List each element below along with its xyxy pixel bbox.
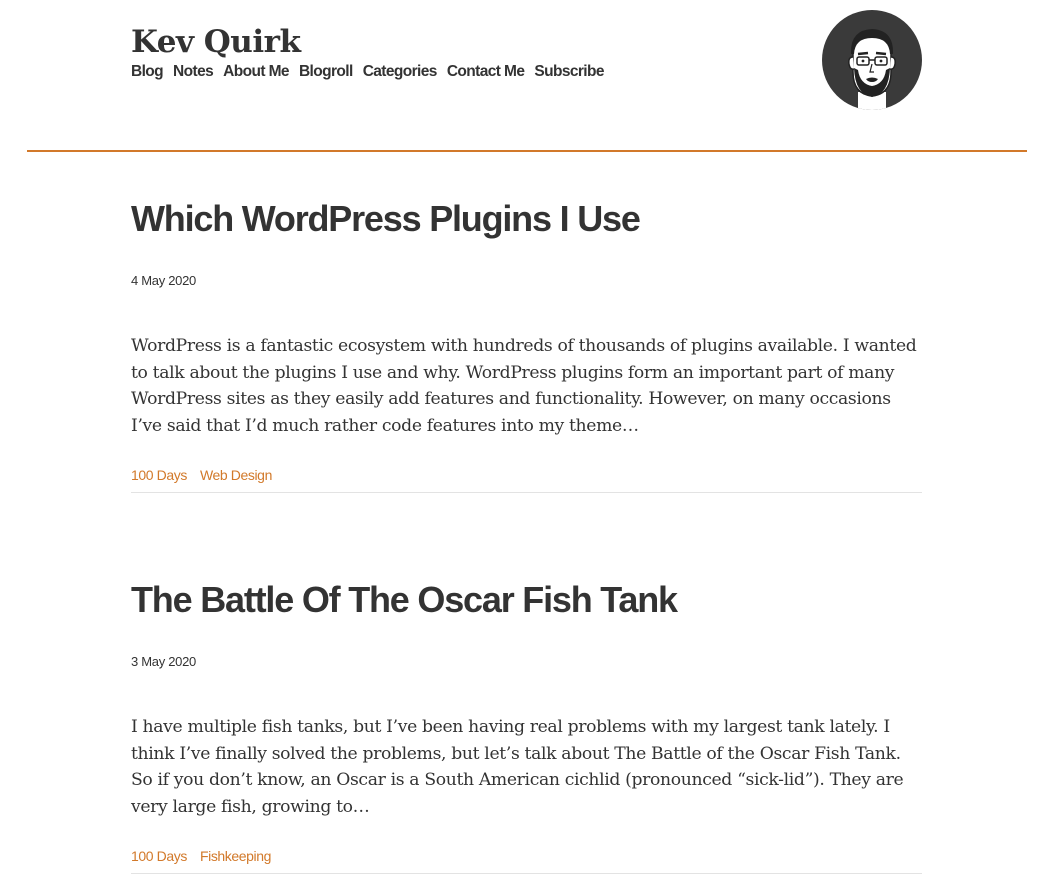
- nav-notes[interactable]: Notes: [173, 61, 214, 83]
- post-tags: 100 Days Fishkeeping: [131, 846, 284, 866]
- post-date: 4 May 2020: [131, 273, 196, 288]
- avatar-illustration-icon: [848, 29, 896, 110]
- post-date: 3 May 2020: [131, 654, 196, 669]
- tag-link-100-days[interactable]: 100 Days: [131, 846, 187, 866]
- tag-link-web-design[interactable]: Web Design: [200, 465, 272, 485]
- post-entry: The Battle Of The Oscar Fish Tank 3 May …: [131, 578, 922, 874]
- main-nav: Blog Notes About Me Blogroll Categories …: [131, 61, 614, 83]
- nav-contact-me[interactable]: Contact Me: [447, 61, 525, 83]
- post-excerpt: I have multiple fish tanks, but I’ve bee…: [131, 717, 904, 817]
- nav-blog[interactable]: Blog: [131, 61, 164, 83]
- site-header: Kev Quirk Blog Notes About Me Blogroll C…: [0, 0, 1053, 151]
- nav-categories[interactable]: Categories: [363, 61, 438, 83]
- post-divider: [131, 492, 922, 493]
- tag-link-100-days[interactable]: 100 Days: [131, 465, 187, 485]
- avatar[interactable]: [822, 10, 922, 110]
- header-divider: [27, 150, 1027, 152]
- nav-about-me[interactable]: About Me: [223, 61, 289, 83]
- site-title[interactable]: Kev Quirk: [131, 22, 301, 62]
- tag-link-fishkeeping[interactable]: Fishkeeping: [200, 846, 271, 866]
- nav-blogroll[interactable]: Blogroll: [299, 61, 353, 83]
- post-divider: [131, 873, 922, 874]
- post-entry: Which WordPress Plugins I Use 4 May 2020…: [131, 197, 922, 493]
- post-tags: 100 Days Web Design: [131, 465, 285, 485]
- nav-subscribe[interactable]: Subscribe: [534, 61, 604, 83]
- post-excerpt: WordPress is a fantastic ecosystem with …: [131, 336, 917, 436]
- post-title[interactable]: Which WordPress Plugins I Use: [131, 197, 922, 241]
- post-title[interactable]: The Battle Of The Oscar Fish Tank: [131, 578, 922, 622]
